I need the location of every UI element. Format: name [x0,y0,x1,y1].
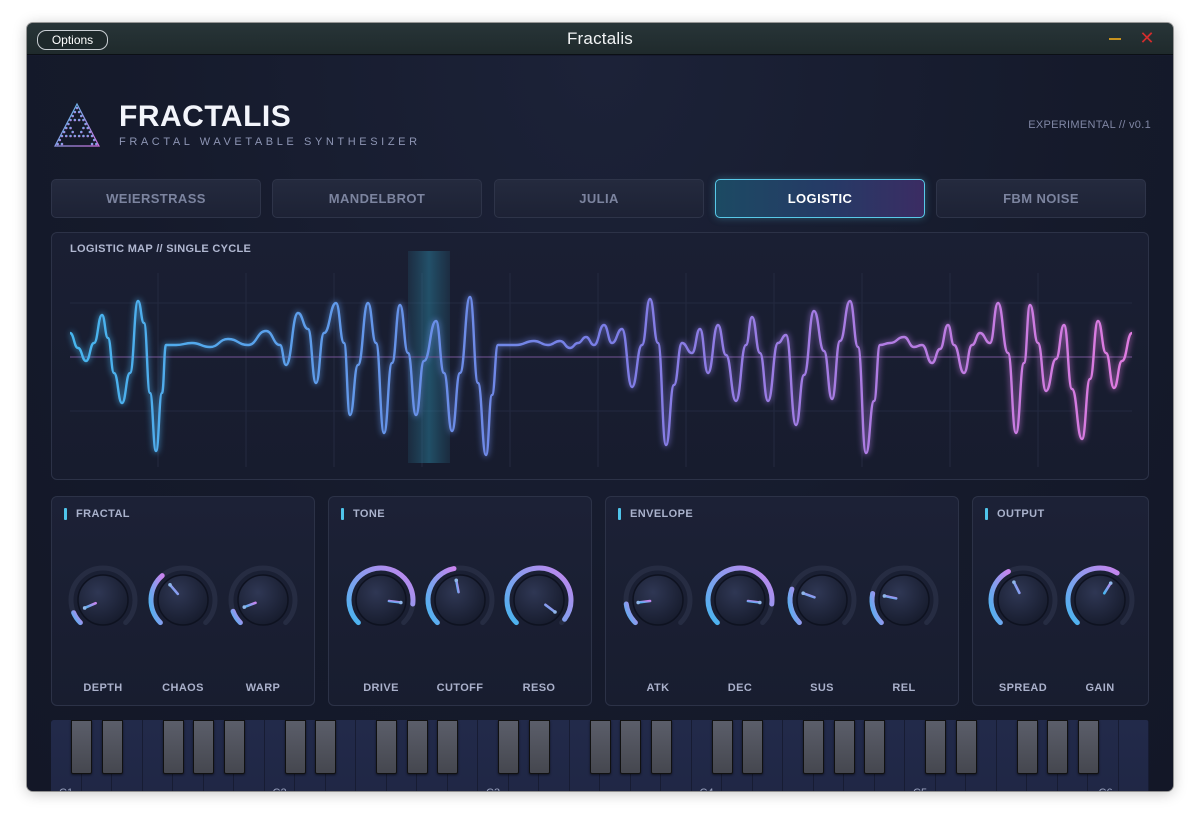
knob-label-sus: SUS [810,682,834,694]
panel-title-output: OUTPUT [985,508,1045,520]
black-key[interactable] [498,720,519,774]
black-key[interactable] [162,720,184,774]
knob-label-dec: DEC [727,682,753,694]
tab-logistic[interactable]: LOGISTIC [715,179,925,218]
octave-label: C1 [59,787,73,791]
black-key[interactable] [833,720,855,774]
algorithm-tabs: WEIERSTRASS MANDELBROT JULIA LOGISTIC FB… [51,179,1147,218]
black-key[interactable] [101,720,123,774]
octave-label: C5 [913,787,927,791]
panel-tone: TONE DRIVE CUTOFF RESO [328,496,592,706]
octave-label: C4 [700,787,714,791]
knob-label-cutoff: CUTOFF [436,682,484,694]
sierpinski-triangle-icon [54,102,100,147]
black-key[interactable] [803,720,824,774]
knob-cutoff[interactable] [423,563,497,637]
knob-label-atk: ATK [646,682,670,694]
knob-label-gain: GAIN [1085,682,1115,694]
knob-sus[interactable] [785,563,859,637]
black-key[interactable] [864,720,885,774]
tab-mandelbrot[interactable]: MANDELBROT [272,179,482,218]
black-key[interactable] [528,720,550,774]
knob-chaos[interactable] [146,563,220,637]
minimize-icon[interactable] [1109,38,1121,40]
knob-reso[interactable] [502,563,576,637]
panel-title-envelope: ENVELOPE [618,508,693,520]
black-key[interactable] [711,720,733,774]
app-window: Options Fractalis ✕ FRACTALIS FRACTAL WA… [27,23,1173,791]
knob-rel[interactable] [867,563,941,637]
octave-label: C6 [1099,787,1113,791]
brand-subtitle: FRACTAL WAVETABLE SYNTHESIZER [119,136,421,148]
window-title: Fractalis [566,29,634,48]
knob-label-depth: DEPTH [83,682,123,694]
black-key[interactable] [1077,720,1099,774]
brand-title: FRACTALIS [119,100,292,133]
black-key[interactable] [315,720,336,774]
panel-output: OUTPUT SPREAD GAIN [972,496,1149,706]
octave-label: C2 [273,787,287,791]
tab-weierstrass[interactable]: WEIERSTRASS [51,179,261,218]
close-icon[interactable]: ✕ [1139,29,1155,47]
panel-fractal: FRACTAL DEPTH CHAOS WARP [51,496,315,706]
black-key[interactable] [193,720,214,774]
piano-keyboard[interactable]: C1 C2 C3 C4 C5 C6 [51,720,1149,791]
black-key[interactable] [955,720,977,774]
knob-dec[interactable] [703,563,777,637]
plugin-body: FRACTALIS FRACTAL WAVETABLE SYNTHESIZER … [27,56,1173,791]
knob-depth[interactable] [66,563,140,637]
panel-envelope: ENVELOPE ATK DEC SUS REL [605,496,959,706]
black-key[interactable] [925,720,946,774]
tab-fbm-noise[interactable]: FBM NOISE [936,179,1146,218]
knob-spread[interactable] [986,563,1060,637]
knob-atk[interactable] [621,563,695,637]
panel-title-tone: TONE [341,508,385,520]
waveform-display: LOGISTIC MAP // SINGLE CYCLE [51,232,1149,480]
title-bar[interactable]: Options Fractalis ✕ [27,23,1173,55]
black-key[interactable] [406,720,428,774]
black-key[interactable] [376,720,397,774]
black-key[interactable] [589,720,611,774]
black-key[interactable] [620,720,641,774]
black-key[interactable] [437,720,458,774]
knob-label-chaos: CHAOS [162,682,204,694]
black-key[interactable] [71,720,92,774]
black-key[interactable] [223,720,245,774]
black-key[interactable] [284,720,306,774]
black-key[interactable] [1016,720,1038,774]
white-key[interactable] [1118,720,1149,791]
knob-label-warp: WARP [245,682,281,694]
tab-julia[interactable]: JULIA [494,179,704,218]
octave-label: C3 [486,787,500,791]
black-key[interactable] [650,720,672,774]
knob-gain[interactable] [1063,563,1137,637]
version-label: EXPERIMENTAL // v0.1 [1028,119,1151,131]
knob-warp[interactable] [226,563,300,637]
knob-label-reso: RESO [522,682,556,694]
knob-label-drive: DRIVE [363,682,399,694]
panel-title-fractal: FRACTAL [64,508,130,520]
black-key[interactable] [1047,720,1068,774]
waveform-graph [68,251,1134,467]
knob-label-rel: REL [892,682,916,694]
knob-drive[interactable] [344,563,418,637]
black-key[interactable] [742,720,763,774]
